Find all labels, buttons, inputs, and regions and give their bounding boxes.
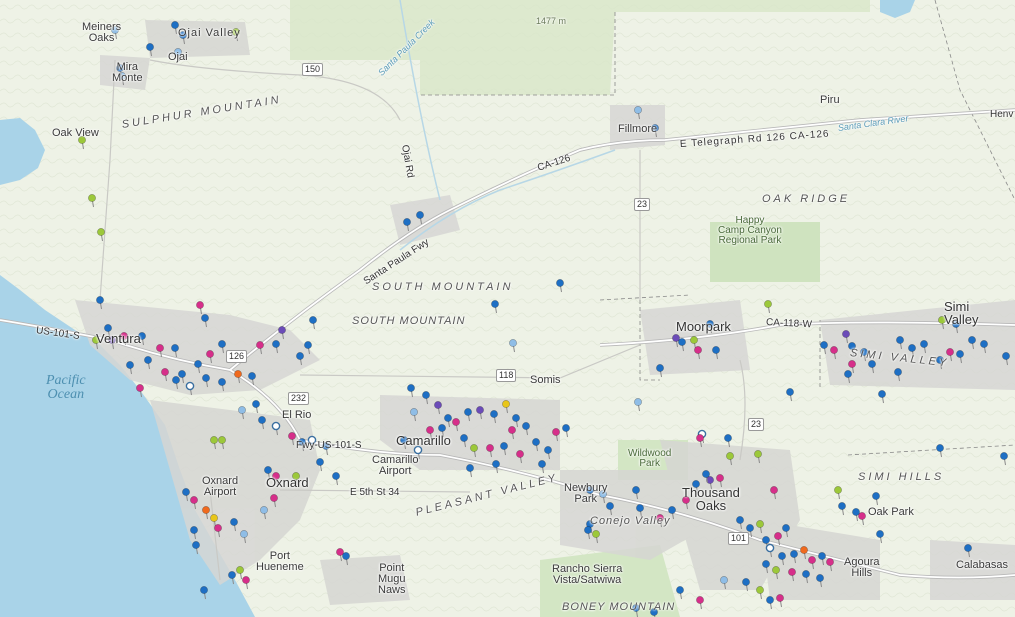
shield-23-north: 23 <box>634 198 651 211</box>
shield-118: 118 <box>496 369 517 382</box>
map-canvas[interactable] <box>0 0 1015 617</box>
shield-101: 101 <box>728 532 750 545</box>
happy-camp-park-area <box>710 222 820 282</box>
shield-126: 126 <box>226 350 248 363</box>
shield-23-south: 23 <box>748 418 765 431</box>
shield-150: 150 <box>302 63 324 76</box>
shield-232: 232 <box>288 392 310 405</box>
